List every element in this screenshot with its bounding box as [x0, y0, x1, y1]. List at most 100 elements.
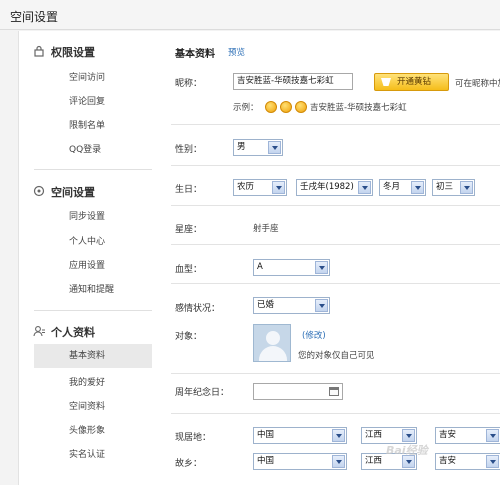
baidu-watermark: Bai经验	[386, 444, 428, 457]
sidebar-item-hobbies[interactable]: 我的爱好	[69, 375, 105, 388]
diamond-icon	[381, 78, 391, 86]
hometown-country-value: 中国	[257, 456, 275, 466]
chevron-down-icon	[315, 261, 328, 274]
sidebar-item-personal-center[interactable]: 个人中心	[69, 234, 105, 247]
calendar-type-value: 农历	[237, 182, 255, 192]
lock-icon	[34, 45, 44, 57]
residence-city-value: 吉安	[439, 430, 457, 440]
section-profile-title: 个人资料	[51, 326, 95, 339]
sidebar-item-basic-info[interactable]: 基本资料	[34, 344, 152, 368]
open-yellow-diamond-label: 开通黄钻	[397, 77, 432, 87]
section-privacy: 权限设置	[34, 44, 95, 60]
preview-link[interactable]: 预览	[228, 46, 245, 58]
calendar-icon[interactable]	[329, 387, 339, 396]
sidebar-item-app-settings[interactable]: 应用设置	[69, 258, 105, 271]
blood-type-select[interactable]: A	[253, 259, 330, 276]
smiley-emoji-icon	[280, 101, 292, 113]
calendar-type-select[interactable]: 农历	[233, 179, 287, 196]
example-label: 示例：	[233, 103, 259, 113]
sidebar-item-space-access[interactable]: 空间访问	[69, 70, 105, 83]
row-divider	[171, 165, 500, 166]
form-section-title: 基本资料	[175, 49, 215, 60]
row-divider	[171, 413, 500, 414]
birth-year-select[interactable]: 壬戌年(1982)	[296, 179, 373, 196]
anniversary-label: 周年纪念日：	[175, 388, 230, 398]
chevron-down-icon	[268, 141, 281, 154]
smiley-emoji-icon	[295, 101, 307, 113]
hometown-city-select[interactable]: 吉安	[435, 453, 500, 470]
blood-type-label: 血型：	[175, 265, 203, 275]
residence-country-value: 中国	[257, 430, 275, 440]
sidebar-item-notifications[interactable]: 通知和提醒	[69, 282, 114, 295]
sidebar-item-sync[interactable]: 同步设置	[69, 209, 105, 222]
partner-label: 对象：	[175, 332, 203, 342]
zodiac-label: 星座：	[175, 225, 203, 235]
partner-edit-link[interactable]: (修改)	[302, 329, 326, 341]
chevron-down-icon	[332, 455, 345, 468]
hometown-city-value: 吉安	[439, 456, 457, 466]
hometown-province-value: 江西	[365, 456, 383, 466]
birth-day-select[interactable]: 初三	[432, 179, 475, 196]
birth-month-select[interactable]: 冬月	[379, 179, 426, 196]
chevron-down-icon	[272, 181, 285, 194]
marital-status-label: 感情状况：	[175, 304, 221, 314]
settings-panel: 权限设置 空间访问 评论回复 限制名单 QQ登录 空间设置 同步设置 个人中心 …	[18, 31, 500, 485]
row-divider	[171, 124, 500, 125]
default-avatar-head	[266, 331, 280, 345]
sidebar-item-comment-reply[interactable]: 评论回复	[69, 94, 105, 107]
chevron-down-icon	[486, 455, 499, 468]
gender-label: 性别：	[175, 145, 203, 155]
residence-label: 现居地：	[175, 433, 212, 443]
blood-type-value: A	[257, 262, 263, 272]
birthday-label: 生日：	[175, 185, 203, 195]
nickname-input[interactable]: 吉安胜蓝-华硕技嘉七彩虹	[233, 73, 353, 90]
sidebar-item-qq-login[interactable]: QQ登录	[69, 142, 101, 155]
open-yellow-diamond-button[interactable]: 开通黄钻	[374, 73, 449, 91]
example-text: 吉安胜蓝-华硕技嘉七彩虹	[310, 103, 407, 113]
partner-note: 您的对象仅自己可见	[298, 351, 375, 361]
partner-avatar[interactable]	[253, 324, 291, 362]
nickname-label: 昵称：	[175, 79, 203, 89]
section-privacy-title: 权限设置	[51, 46, 95, 59]
hometown-country-select[interactable]: 中国	[253, 453, 347, 470]
sidebar-item-avatar[interactable]: 头像形象	[69, 423, 105, 436]
profile-form: 基本资料 预览 昵称： 吉安胜蓝-华硕技嘉七彩虹 开通黄钻 可在昵称中加入 示例…	[171, 31, 500, 485]
gender-select[interactable]: 男	[233, 139, 283, 156]
nickname-hint: 可在昵称中加入	[455, 79, 500, 89]
section-profile: 个人资料	[33, 324, 95, 340]
user-icon	[33, 326, 45, 337]
chevron-down-icon	[332, 429, 345, 442]
hometown-label: 故乡：	[175, 459, 203, 469]
marital-status-value: 已婚	[257, 300, 275, 310]
chevron-down-icon	[358, 181, 371, 194]
sidebar-item-real-name[interactable]: 实名认证	[69, 447, 105, 460]
sidebar: 权限设置 空间访问 评论回复 限制名单 QQ登录 空间设置 同步设置 个人中心 …	[19, 31, 165, 485]
chevron-down-icon	[402, 429, 415, 442]
default-avatar-body	[259, 346, 287, 361]
residence-city-select[interactable]: 吉安	[435, 427, 500, 444]
birth-day-value: 初三	[436, 182, 454, 192]
zodiac-value: 射手座	[253, 224, 279, 234]
sidebar-divider	[34, 169, 152, 170]
residence-province-value: 江西	[365, 430, 383, 440]
chevron-down-icon	[411, 181, 424, 194]
anniversary-date-input[interactable]	[253, 383, 343, 400]
sidebar-item-block-list[interactable]: 限制名单	[69, 118, 105, 131]
gender-value: 男	[237, 142, 246, 152]
row-divider	[171, 244, 500, 245]
chevron-down-icon	[460, 181, 473, 194]
chevron-down-icon	[315, 299, 328, 312]
sidebar-divider	[34, 310, 152, 311]
sidebar-item-space-profile[interactable]: 空间资料	[69, 399, 105, 412]
row-divider	[171, 283, 500, 284]
section-space-settings-title: 空间设置	[51, 186, 95, 199]
birth-year-value: 壬戌年(1982)	[300, 182, 354, 192]
marital-status-select[interactable]: 已婚	[253, 297, 330, 314]
section-space-settings: 空间设置	[33, 184, 95, 200]
row-divider	[171, 205, 500, 206]
birth-month-value: 冬月	[383, 182, 401, 192]
chevron-down-icon	[486, 429, 499, 442]
top-bar: 空间设置	[0, 0, 500, 30]
residence-country-select[interactable]: 中国	[253, 427, 347, 444]
row-divider	[171, 373, 500, 374]
